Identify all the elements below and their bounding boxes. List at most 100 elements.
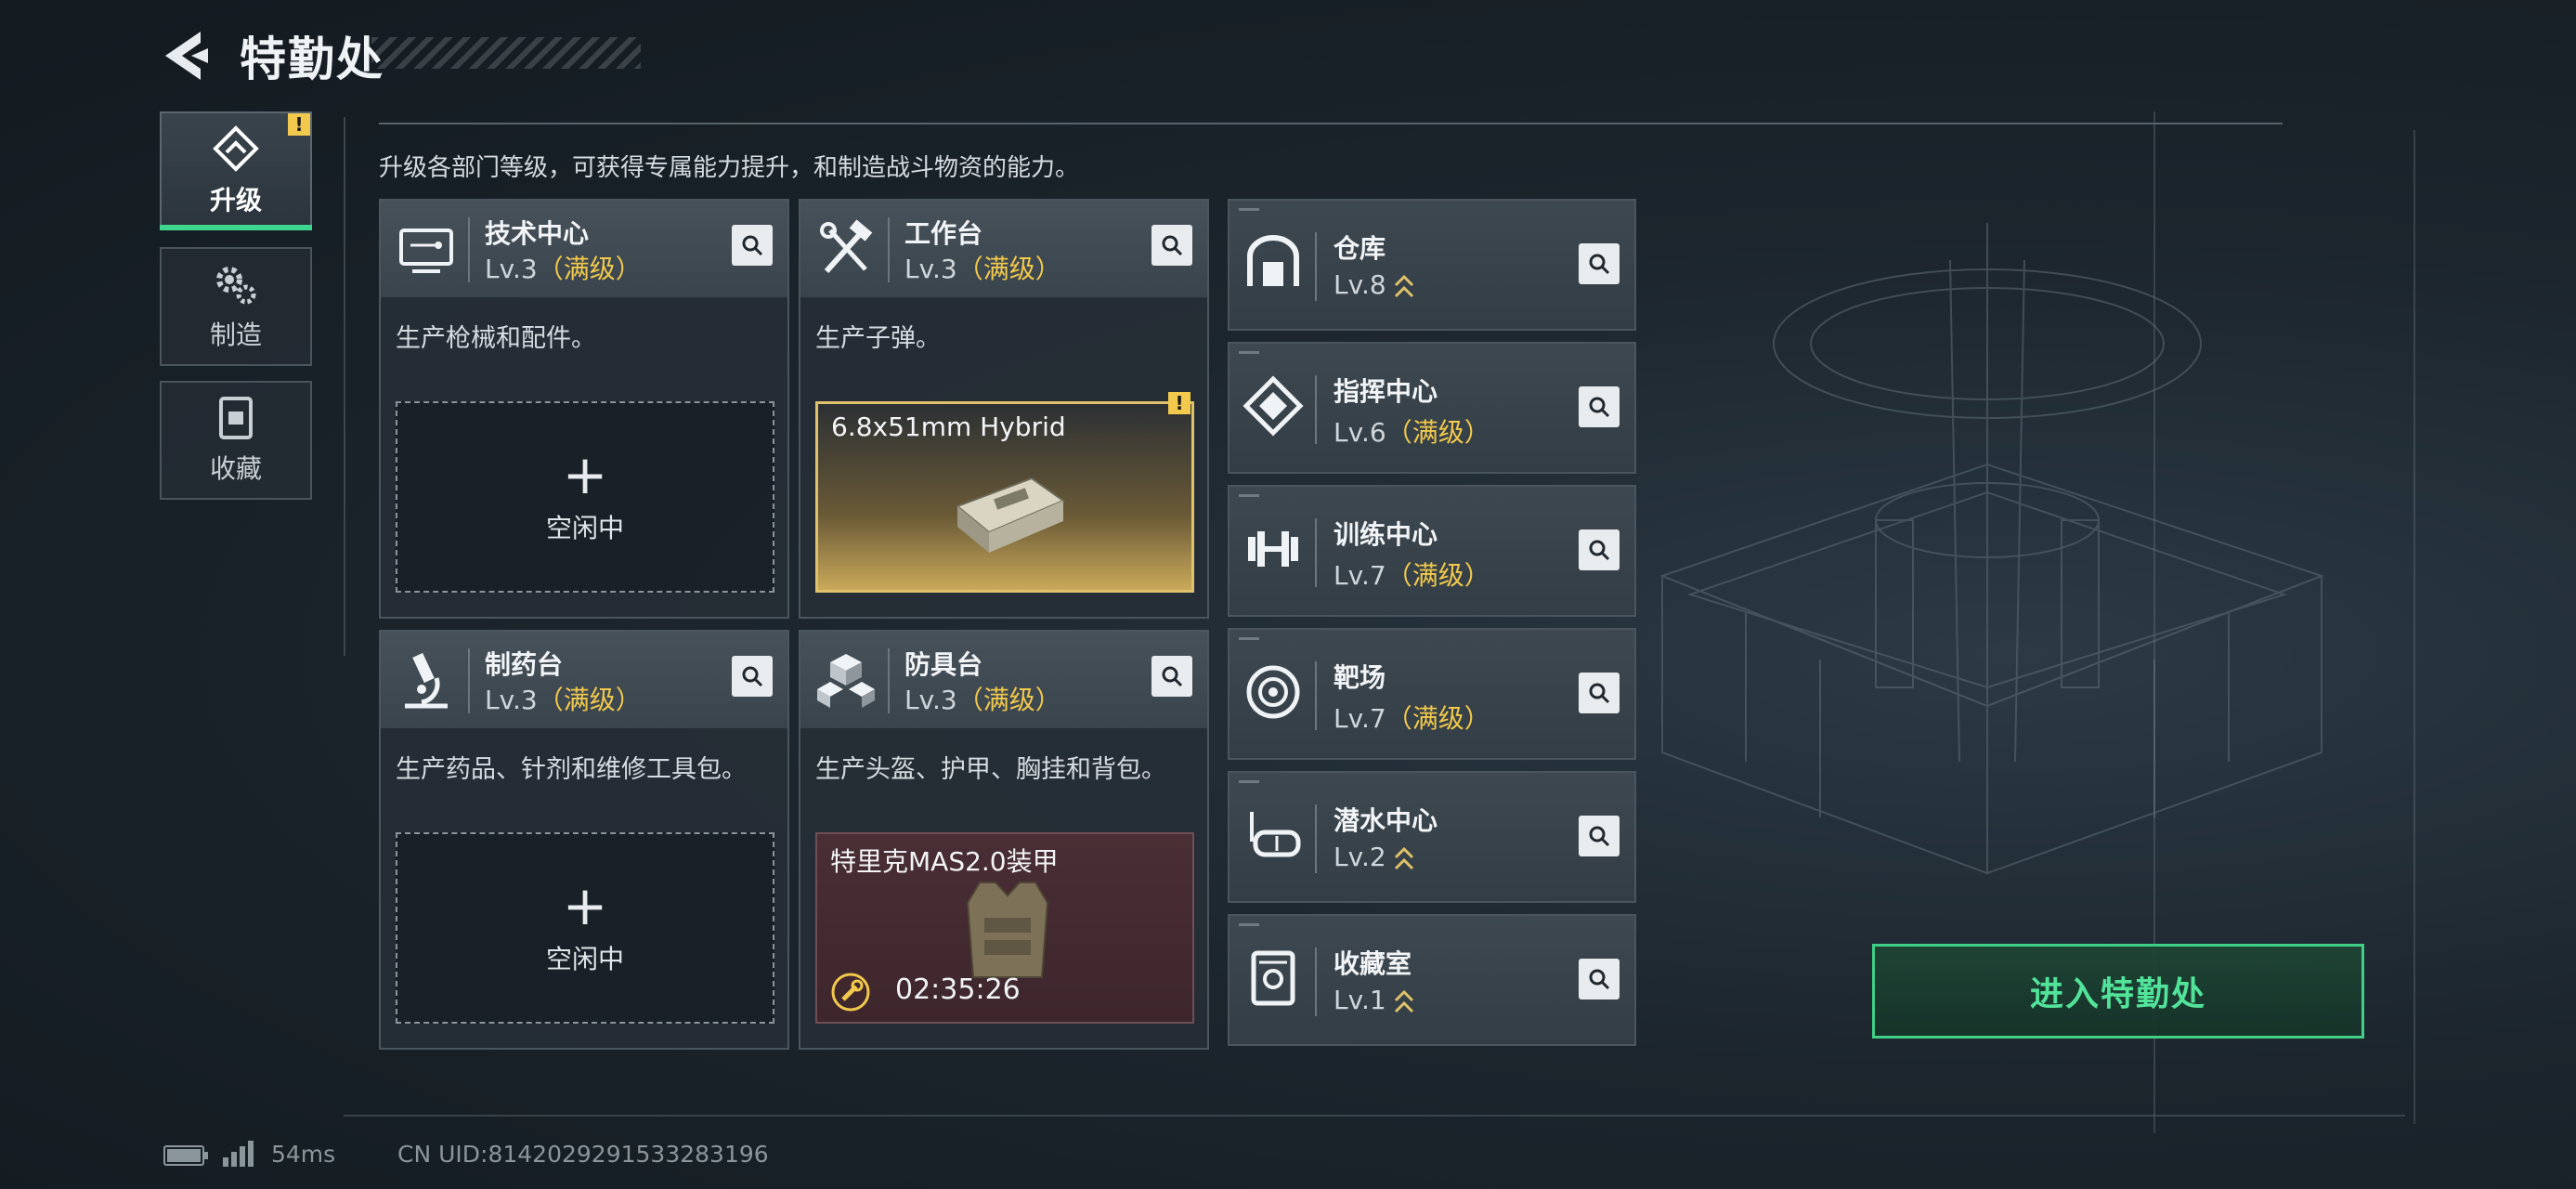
corner-mark	[1239, 208, 1259, 211]
workstation-level: Lv.3（满级）	[904, 680, 1061, 717]
facility-card-diving-center[interactable]: 潜水中心 Lv.2	[1228, 771, 1636, 903]
facility-name: 收藏室	[1334, 948, 1412, 979]
corner-mark	[1239, 494, 1259, 497]
user-uid: CN UID:8142029291533283196	[397, 1141, 769, 1168]
workstation-card-tech-center[interactable]: 技术中心 Lv.3（满级） 生产枪械和配件。 + 空闲中	[379, 199, 789, 619]
computer-icon	[399, 229, 453, 273]
facility-card-command-center[interactable]: 指挥中心 Lv.6（满级）	[1228, 342, 1636, 474]
level-max-note: （满级）	[537, 254, 642, 284]
workstation-description: 生产枪械和配件。	[396, 324, 596, 353]
search-icon	[1162, 666, 1183, 687]
search-icon	[742, 666, 763, 687]
facility-card-shooting-range[interactable]: 靶场 Lv.7（满级）	[1228, 628, 1636, 760]
inspect-button[interactable]	[1579, 386, 1620, 427]
signal-icon	[223, 1141, 254, 1167]
title-decoration	[371, 37, 641, 69]
level-value: Lv.1	[1334, 985, 1386, 1015]
level-value: Lv.7	[1334, 703, 1386, 734]
level-value: Lv.3	[485, 254, 538, 284]
ping-value: 54ms	[271, 1141, 336, 1168]
header-separator	[1315, 232, 1317, 301]
facility-name: 训练中心	[1334, 519, 1438, 550]
production-slot-empty[interactable]: + 空闲中	[396, 401, 774, 593]
workstation-name: 工作台	[904, 218, 983, 249]
workstation-card-workbench[interactable]: 工作台 Lv.3（满级） 生产子弹。 6.8x51mm Hybrid !	[799, 199, 1209, 619]
ammo-alert-badge: !	[1168, 392, 1190, 414]
workstation-level: Lv.3（满级）	[485, 249, 642, 286]
facility-card-training-center[interactable]: 训练中心 Lv.7（满级）	[1228, 485, 1636, 617]
header-separator	[1315, 947, 1317, 1016]
dumbbell-icon	[1248, 531, 1298, 567]
inspect-button[interactable]	[732, 225, 773, 266]
level-value: Lv.3	[904, 685, 957, 715]
search-icon	[1589, 397, 1610, 418]
level-value: Lv.7	[1334, 560, 1386, 591]
inspect-button[interactable]	[1579, 959, 1620, 1000]
bottom-divider-line	[344, 1115, 2405, 1117]
level-value: Lv.3	[485, 685, 538, 715]
enter-special-ops-button[interactable]: 进入特勤处	[1872, 944, 2364, 1039]
slot-status: 空闲中	[545, 513, 624, 543]
workstation-description: 生产药品、针剂和维修工具包。	[396, 755, 747, 784]
facility-card-collection-room[interactable]: 收藏室 Lv.1	[1228, 914, 1636, 1046]
level-max-note: （满级）	[1386, 417, 1490, 448]
inspect-button[interactable]	[1579, 816, 1620, 856]
facility-card-warehouse[interactable]: 仓库 Lv.8	[1228, 199, 1636, 331]
production-slot-ammo[interactable]: 6.8x51mm Hybrid	[815, 401, 1194, 593]
ammo-box-icon	[956, 477, 1066, 553]
top-divider-line	[379, 123, 2283, 124]
corner-mark	[1239, 351, 1259, 354]
warehouse-icon	[1247, 235, 1299, 286]
facility-name: 仓库	[1334, 233, 1386, 264]
add-icon: +	[562, 443, 608, 506]
search-icon	[742, 235, 763, 256]
collection-icon	[219, 397, 253, 439]
search-icon	[1589, 683, 1610, 704]
wrench-timer-icon	[831, 973, 870, 1012]
header-separator	[1315, 518, 1317, 587]
workstation-name: 技术中心	[485, 218, 590, 249]
inspect-button[interactable]	[1151, 656, 1192, 697]
workstation-name: 防具台	[904, 649, 983, 680]
section-description: 升级各部门等级，可获得专属能力提升，和制造战斗物资的能力。	[379, 154, 1080, 182]
header-separator	[468, 648, 470, 713]
search-icon	[1589, 969, 1610, 990]
inspect-button[interactable]	[1579, 673, 1620, 713]
level-max-note: （满级）	[1386, 703, 1490, 734]
diving-mask-icon	[1250, 812, 1301, 857]
facility-level: Lv.2	[1334, 842, 1414, 872]
workstation-description: 生产子弹。	[815, 324, 941, 353]
tab-collection[interactable]: 收藏	[160, 381, 312, 500]
workstation-card-pharmacy[interactable]: 制药台 Lv.3（满级） 生产药品、针剂和维修工具包。 + 空闲中	[379, 630, 789, 1050]
search-icon	[1589, 254, 1610, 275]
inspect-button[interactable]	[1579, 529, 1620, 570]
target-icon	[1246, 665, 1300, 719]
header-separator	[1315, 661, 1317, 730]
workstation-card-armor[interactable]: 防具台 Lv.3（满级） 生产头盔、护甲、胸挂和背包。 特里克MAS2.0装甲 …	[799, 630, 1209, 1050]
command-icon	[1242, 375, 1304, 437]
facility-level: Lv.8	[1334, 269, 1414, 300]
upgrade-available-icon	[1394, 989, 1413, 1013]
active-tab-indicator	[160, 225, 312, 230]
level-value: Lv.6	[1334, 417, 1386, 448]
header-separator	[888, 217, 890, 282]
upgrade-icon	[213, 125, 259, 172]
workstation-level: Lv.3（满级）	[485, 680, 642, 717]
level-max-note: （满级）	[1386, 560, 1490, 591]
workstation-level: Lv.3（满级）	[904, 249, 1061, 286]
cubes-icon	[817, 654, 875, 708]
upgrade-available-icon	[1394, 274, 1413, 298]
production-slot-empty[interactable]: + 空闲中	[396, 832, 774, 1024]
search-icon	[1589, 540, 1610, 561]
inspect-button[interactable]	[1579, 243, 1620, 284]
production-slot-armor[interactable]: 特里克MAS2.0装甲 02:35:26	[815, 832, 1194, 1024]
craft-timer: 02:35:26	[895, 973, 1021, 1006]
tab-craft[interactable]: 制造	[160, 247, 312, 366]
inspect-button[interactable]	[1151, 225, 1192, 266]
inspect-button[interactable]	[732, 656, 773, 697]
back-arrow-icon[interactable]	[160, 28, 215, 84]
facility-level: Lv.1	[1334, 985, 1414, 1015]
battery-icon	[163, 1145, 208, 1166]
slot-status: 空闲中	[545, 944, 624, 974]
gears-icon	[216, 267, 256, 305]
